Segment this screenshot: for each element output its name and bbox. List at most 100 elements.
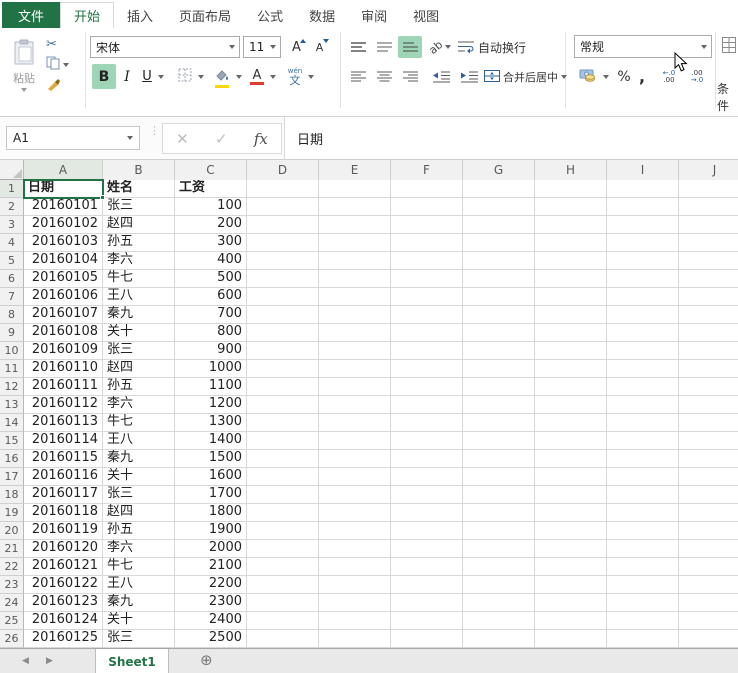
cell-B14[interactable]: 牛七 bbox=[103, 414, 175, 432]
cell-J21[interactable] bbox=[679, 540, 738, 558]
sheet-tab-sheet1[interactable]: Sheet1 bbox=[95, 649, 169, 673]
cell-G11[interactable] bbox=[463, 360, 535, 378]
cell-H10[interactable] bbox=[535, 342, 607, 360]
cell-C3[interactable]: 200 bbox=[175, 216, 247, 234]
cell-B24[interactable]: 秦九 bbox=[103, 594, 175, 612]
row-header-14[interactable]: 14 bbox=[0, 414, 24, 432]
cell-E17[interactable] bbox=[319, 468, 391, 486]
cell-D2[interactable] bbox=[247, 198, 319, 216]
cell-I25[interactable] bbox=[607, 612, 679, 630]
wrap-text-button[interactable]: 自动换行 bbox=[458, 36, 560, 58]
cell-F25[interactable] bbox=[391, 612, 463, 630]
cell-A12[interactable]: 20160111 bbox=[24, 378, 103, 396]
cell-D8[interactable] bbox=[247, 306, 319, 324]
row-header-2[interactable]: 2 bbox=[0, 198, 24, 216]
cell-E4[interactable] bbox=[319, 234, 391, 252]
cell-F5[interactable] bbox=[391, 252, 463, 270]
column-header-F[interactable]: F bbox=[391, 160, 463, 180]
cell-I2[interactable] bbox=[607, 198, 679, 216]
cell-G13[interactable] bbox=[463, 396, 535, 414]
row-header-6[interactable]: 6 bbox=[0, 270, 24, 288]
cell-G7[interactable] bbox=[463, 288, 535, 306]
decrease-indent-button[interactable] bbox=[428, 64, 454, 89]
cell-B19[interactable]: 赵四 bbox=[103, 504, 175, 522]
cell-H20[interactable] bbox=[535, 522, 607, 540]
cell-G8[interactable] bbox=[463, 306, 535, 324]
copy-button[interactable] bbox=[46, 56, 82, 73]
row-header-7[interactable]: 7 bbox=[0, 288, 24, 306]
cell-F11[interactable] bbox=[391, 360, 463, 378]
row-header-18[interactable]: 18 bbox=[0, 486, 24, 504]
cell-D26[interactable] bbox=[247, 630, 319, 648]
cell-F10[interactable] bbox=[391, 342, 463, 360]
cell-J14[interactable] bbox=[679, 414, 738, 432]
cell-E9[interactable] bbox=[319, 324, 391, 342]
cell-D4[interactable] bbox=[247, 234, 319, 252]
cell-B1[interactable]: 姓名 bbox=[103, 180, 175, 198]
cell-C18[interactable]: 1700 bbox=[175, 486, 247, 504]
cell-I24[interactable] bbox=[607, 594, 679, 612]
row-header-26[interactable]: 26 bbox=[0, 630, 24, 648]
cell-J23[interactable] bbox=[679, 576, 738, 594]
cell-I16[interactable] bbox=[607, 450, 679, 468]
row-header-8[interactable]: 8 bbox=[0, 306, 24, 324]
cell-E14[interactable] bbox=[319, 414, 391, 432]
cell-I11[interactable] bbox=[607, 360, 679, 378]
sheet-nav-left-icon[interactable]: ◀ bbox=[22, 656, 29, 666]
cell-J10[interactable] bbox=[679, 342, 738, 360]
cell-B12[interactable]: 孙五 bbox=[103, 378, 175, 396]
cell-A20[interactable]: 20160119 bbox=[24, 522, 103, 540]
cell-E11[interactable] bbox=[319, 360, 391, 378]
tab-home[interactable]: 开始 bbox=[60, 2, 114, 28]
cell-B13[interactable]: 李六 bbox=[103, 396, 175, 414]
cell-I19[interactable] bbox=[607, 504, 679, 522]
cell-F20[interactable] bbox=[391, 522, 463, 540]
cut-button[interactable]: ✂ bbox=[46, 36, 74, 53]
add-sheet-icon[interactable]: ⊕ bbox=[200, 651, 213, 669]
cell-E18[interactable] bbox=[319, 486, 391, 504]
cell-E22[interactable] bbox=[319, 558, 391, 576]
cell-E20[interactable] bbox=[319, 522, 391, 540]
cell-B20[interactable]: 孙五 bbox=[103, 522, 175, 540]
cell-C25[interactable]: 2400 bbox=[175, 612, 247, 630]
cell-D14[interactable] bbox=[247, 414, 319, 432]
underline-button[interactable]: U bbox=[138, 64, 156, 89]
align-middle-button[interactable] bbox=[372, 36, 396, 58]
cell-C1[interactable]: 工资 bbox=[175, 180, 247, 198]
format-painter-button[interactable] bbox=[46, 76, 74, 94]
cell-D11[interactable] bbox=[247, 360, 319, 378]
cell-F12[interactable] bbox=[391, 378, 463, 396]
cell-B6[interactable]: 牛七 bbox=[103, 270, 175, 288]
cell-C6[interactable]: 500 bbox=[175, 270, 247, 288]
cell-H26[interactable] bbox=[535, 630, 607, 648]
cell-G16[interactable] bbox=[463, 450, 535, 468]
cell-I15[interactable] bbox=[607, 432, 679, 450]
cell-I20[interactable] bbox=[607, 522, 679, 540]
cell-G6[interactable] bbox=[463, 270, 535, 288]
cell-H6[interactable] bbox=[535, 270, 607, 288]
cell-F22[interactable] bbox=[391, 558, 463, 576]
cell-J16[interactable] bbox=[679, 450, 738, 468]
cell-E16[interactable] bbox=[319, 450, 391, 468]
cell-B3[interactable]: 赵四 bbox=[103, 216, 175, 234]
cell-H23[interactable] bbox=[535, 576, 607, 594]
cell-J25[interactable] bbox=[679, 612, 738, 630]
row-header-12[interactable]: 12 bbox=[0, 378, 24, 396]
cell-C12[interactable]: 1100 bbox=[175, 378, 247, 396]
cell-C17[interactable]: 1600 bbox=[175, 468, 247, 486]
cell-J6[interactable] bbox=[679, 270, 738, 288]
cell-E5[interactable] bbox=[319, 252, 391, 270]
cell-E6[interactable] bbox=[319, 270, 391, 288]
row-header-10[interactable]: 10 bbox=[0, 342, 24, 360]
cell-F15[interactable] bbox=[391, 432, 463, 450]
name-box[interactable]: A1 bbox=[6, 126, 140, 150]
cell-I17[interactable] bbox=[607, 468, 679, 486]
cell-B8[interactable]: 秦九 bbox=[103, 306, 175, 324]
bold-button[interactable]: B bbox=[92, 64, 116, 89]
cell-F17[interactable] bbox=[391, 468, 463, 486]
align-bottom-button[interactable] bbox=[398, 36, 422, 58]
cell-A17[interactable]: 20160116 bbox=[24, 468, 103, 486]
cell-C8[interactable]: 700 bbox=[175, 306, 247, 324]
cell-I21[interactable] bbox=[607, 540, 679, 558]
row-header-13[interactable]: 13 bbox=[0, 396, 24, 414]
